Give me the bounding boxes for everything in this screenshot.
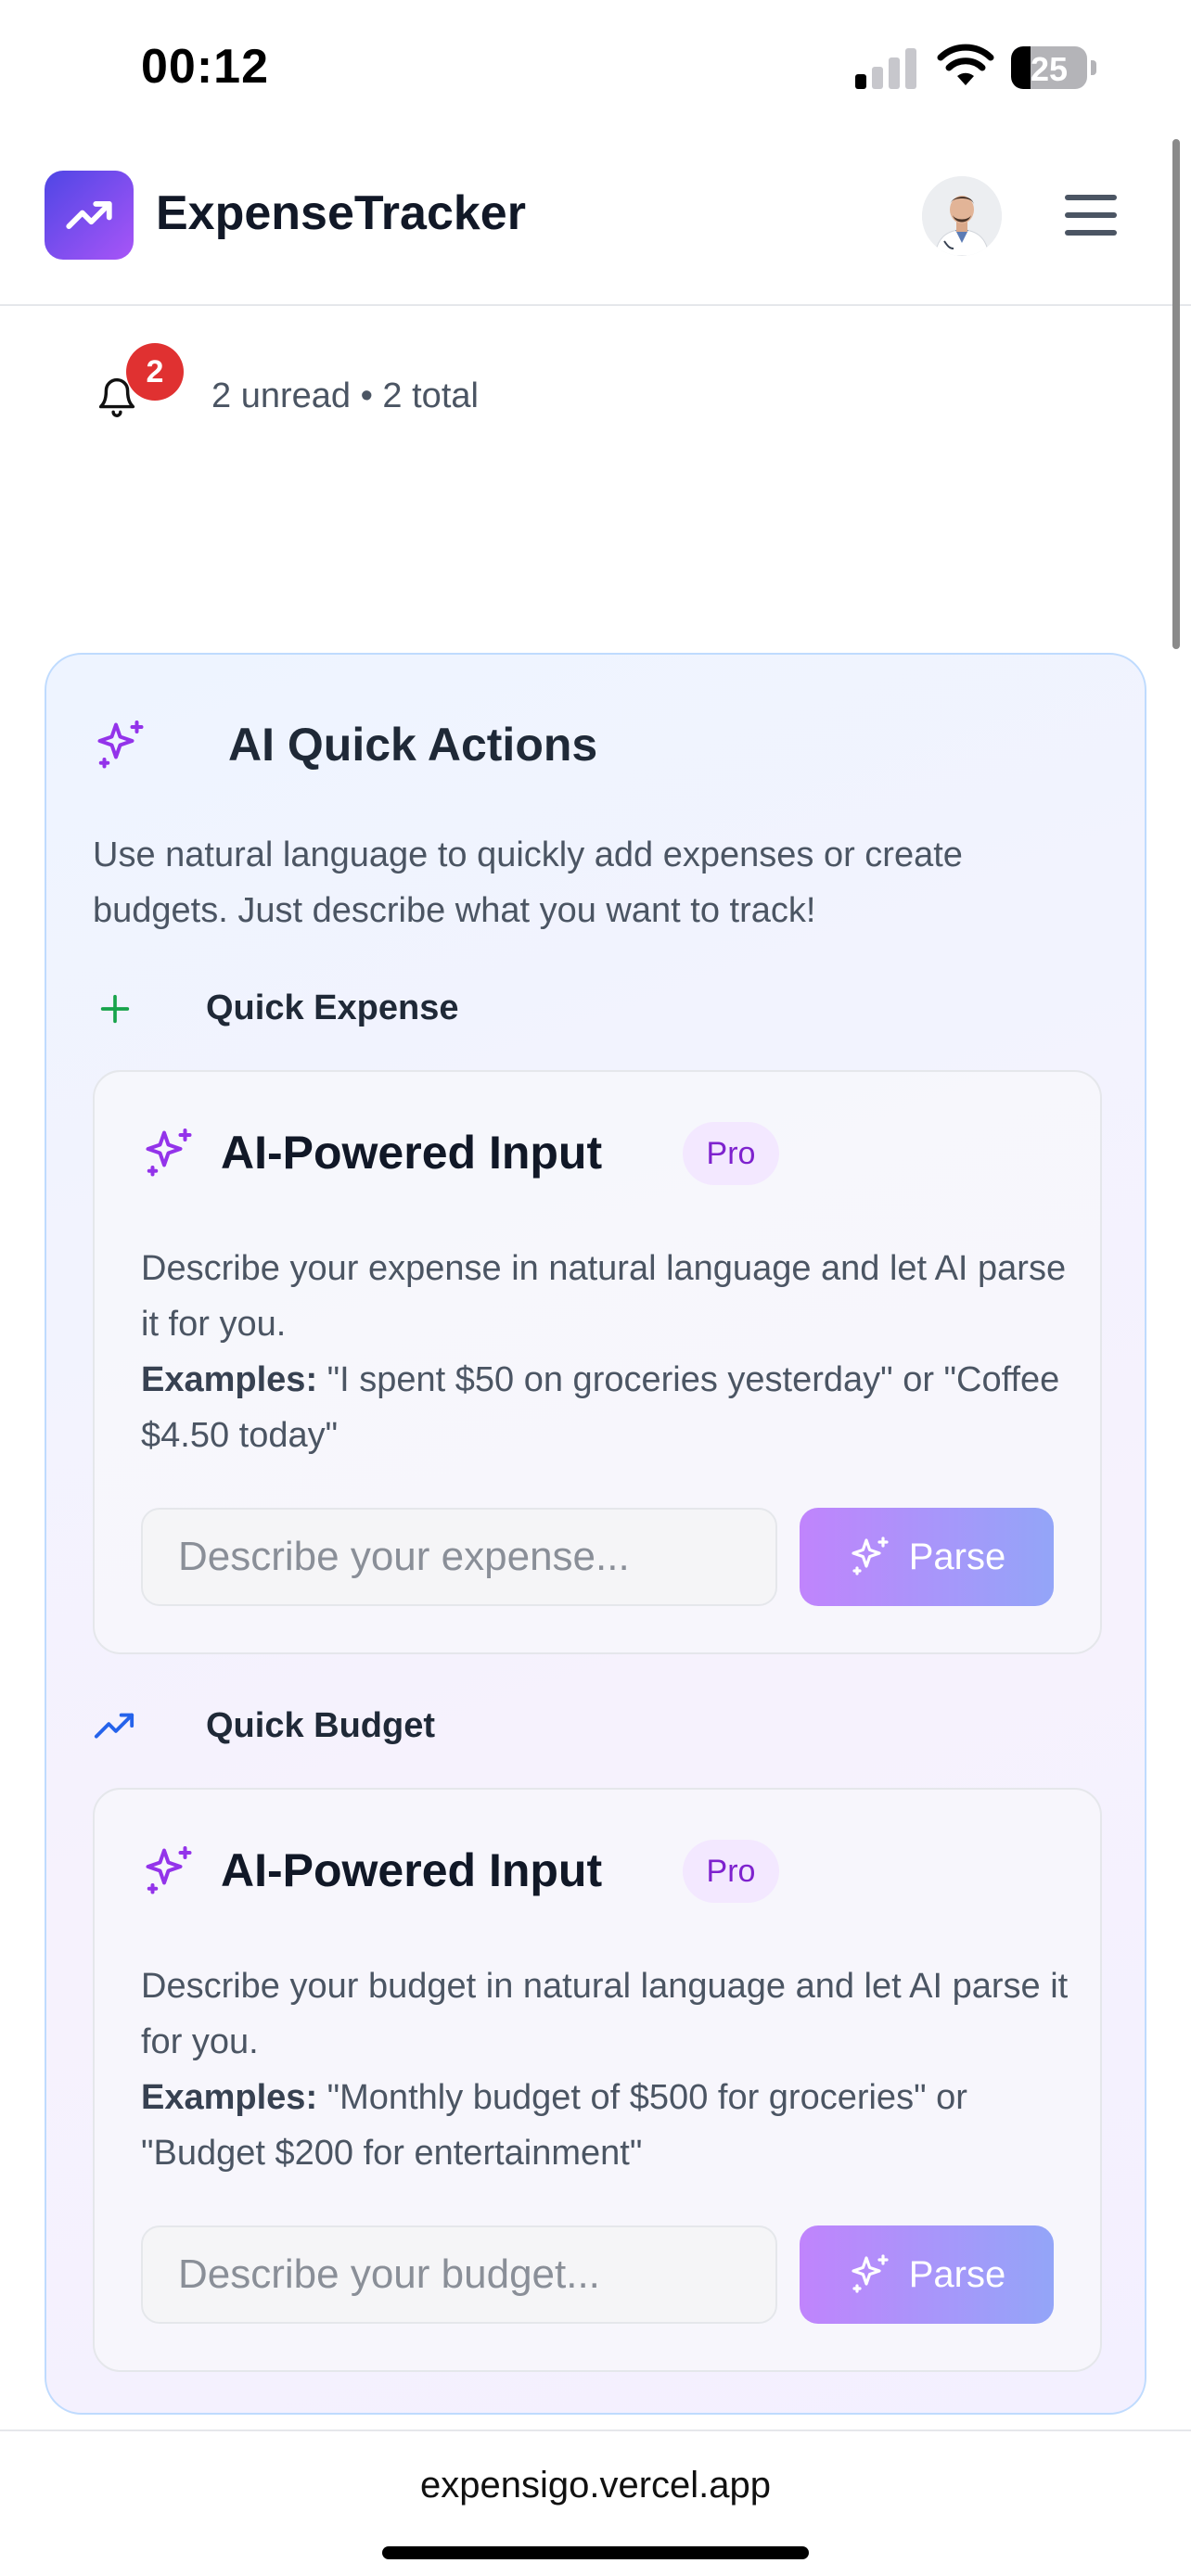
battery-level: 25	[1030, 50, 1069, 88]
home-indicator[interactable]	[382, 2546, 809, 2559]
expense-ai-input-title: AI-Powered Input	[221, 1127, 603, 1179]
parse-button-label: Parse	[908, 1536, 1006, 1577]
pro-badge: Pro	[683, 1840, 779, 1903]
browser-url-bar[interactable]: expensigo.vercel.app	[0, 2429, 1191, 2576]
notifications-summary[interactable]: 2 2 unread • 2 total	[89, 343, 738, 454]
expense-description-input[interactable]	[141, 1508, 777, 1606]
notification-summary-text: 2 unread • 2 total	[211, 376, 479, 415]
cellular-signal-icon	[855, 46, 916, 89]
ai-quick-actions-header: AI Quick Actions	[93, 710, 1020, 784]
page-scrollbar[interactable]	[1172, 139, 1180, 649]
sparkles-icon	[852, 1537, 889, 1575]
budget-ai-input-description: Describe your budget in natural language…	[141, 1967, 1069, 2173]
quick-expense-label: Quick Expense	[93, 981, 835, 1037]
parse-expense-button[interactable]: Parse	[800, 1508, 1054, 1606]
hamburger-menu-icon[interactable]	[1061, 187, 1121, 243]
budget-ai-input-title: AI-Powered Input	[221, 1844, 603, 1896]
ai-quick-actions-card: AI Quick Actions Use natural language to…	[45, 653, 1146, 2415]
sparkles-icon	[97, 721, 144, 769]
parse-button-label: Parse	[908, 2253, 1006, 2295]
budget-ai-input-card: AI-Powered Input Pro Describe your budge…	[93, 1788, 1102, 2372]
quick-budget-label: Quick Budget	[93, 1699, 835, 1754]
notification-count-badge: 2	[126, 343, 184, 401]
expense-ai-input-header: AI-Powered Input Pro	[141, 1118, 976, 1192]
status-bar: 00:12 25	[0, 0, 1191, 139]
ai-quick-actions-description: Use natural language to quickly add expe…	[93, 835, 963, 930]
pro-badge: Pro	[683, 1122, 779, 1185]
budget-ai-input-header: AI-Powered Input Pro	[141, 1836, 976, 1910]
sparkles-icon	[146, 1846, 192, 1894]
battery-icon: 25	[1011, 46, 1096, 89]
expense-ai-input-card: AI-Powered Input Pro Describe your expen…	[93, 1070, 1102, 1654]
expense-ai-input-description: Describe your expense in natural languag…	[141, 1249, 1067, 1455]
url-text[interactable]: expensigo.vercel.app	[0, 2465, 1191, 2506]
ai-quick-actions-title: AI Quick Actions	[228, 719, 598, 771]
trending-up-icon	[66, 201, 112, 229]
avatar-image	[922, 176, 1002, 256]
sparkles-icon	[852, 2254, 889, 2293]
app-name[interactable]: ExpenseTracker	[156, 185, 526, 241]
app-logo[interactable]	[45, 171, 134, 260]
status-time: 00:12	[141, 40, 269, 94]
trending-up-icon	[94, 1713, 134, 1739]
app-header: ExpenseTracker	[0, 139, 1191, 306]
parse-budget-button[interactable]: Parse	[800, 2225, 1054, 2324]
plus-icon	[100, 994, 130, 1024]
avatar[interactable]	[922, 176, 1002, 256]
wifi-icon	[937, 44, 994, 85]
sparkles-icon	[146, 1129, 192, 1177]
budget-description-input[interactable]	[141, 2225, 777, 2324]
